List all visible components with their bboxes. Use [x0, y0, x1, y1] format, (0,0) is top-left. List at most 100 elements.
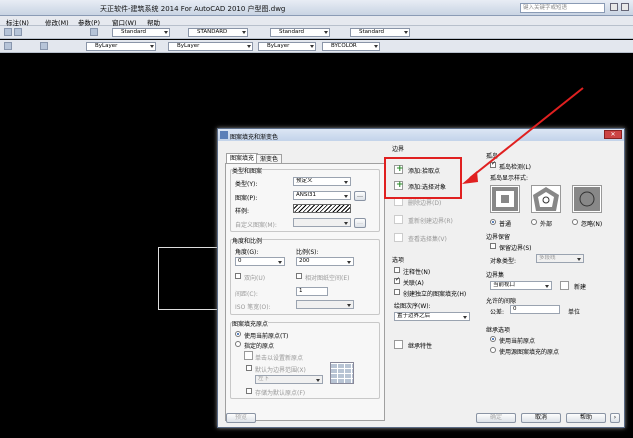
island-detect-checkbox[interactable]	[490, 160, 496, 168]
object-type-select[interactable]: 多段线	[536, 254, 584, 263]
group-retain-label: 边界保留	[486, 234, 511, 241]
associative-checkbox[interactable]	[394, 276, 400, 284]
title-bar: 天正软件-建筑系统 2014 For AutoCAD 2010 户型图.dwg …	[0, 0, 633, 16]
group-boundary-set-label: 边界集	[486, 272, 505, 279]
inherit-current-origin-radio[interactable]	[490, 336, 496, 342]
table-style-combo[interactable]: Standard	[270, 28, 330, 37]
scale-select[interactable]: 200	[296, 257, 354, 266]
tolerance-label: 公差:	[490, 309, 505, 316]
custom-pattern-label: 自定义图案(M):	[235, 222, 277, 229]
minimize-button[interactable]	[610, 3, 618, 11]
dialog-title-bar: 图案填充和渐变色 ✕	[218, 129, 624, 141]
toolbar-properties: ByLayer ByLayer ByLayer BYCOLOR	[0, 40, 633, 53]
island-style-label: 孤岛显示样式:	[490, 175, 529, 182]
separate-hatch-checkbox[interactable]	[394, 289, 400, 295]
plotstyle-combo[interactable]: BYCOLOR	[322, 42, 380, 51]
default-extent-label: 默认为边界范围(X)	[255, 367, 306, 374]
angle-label: 角度(G):	[235, 249, 259, 256]
mleader-style-combo[interactable]: Standard	[350, 28, 410, 37]
island-ignore-label: 忽略(N)	[581, 221, 603, 228]
store-default-checkbox[interactable]	[246, 388, 252, 394]
toolbar-icon[interactable]	[14, 28, 22, 36]
double-checkbox[interactable]	[235, 273, 241, 279]
inherit-properties-icon[interactable]	[394, 340, 403, 349]
group-options-label: 选项	[392, 257, 405, 264]
ok-button[interactable]: 确定	[476, 413, 516, 423]
text-style-combo[interactable]: Standard	[112, 28, 170, 37]
group-inherit-label: 继承选项	[486, 327, 511, 334]
color-combo[interactable]: ByLayer	[86, 42, 156, 51]
island-normal-radio[interactable]	[490, 219, 496, 225]
remove-boundary-button[interactable]: 删除边界(D)	[408, 198, 441, 207]
origin-preview-icon	[330, 362, 354, 384]
group-islands-label: 孤岛	[486, 153, 499, 160]
island-outer-label: 外部	[540, 221, 553, 228]
menu-bar: 标注(N) 修改(M) 参数(P) 窗口(W) 帮助	[0, 16, 633, 27]
layer-icon[interactable]	[4, 42, 12, 50]
more-options-button[interactable]: ›	[610, 413, 620, 423]
boundary-set-select[interactable]: 当前视口	[490, 281, 552, 290]
type-select[interactable]: 预定义	[293, 177, 351, 186]
help-button[interactable]: 帮助	[566, 413, 606, 423]
specified-origin-radio[interactable]	[235, 341, 241, 347]
preview-button[interactable]: 预览	[226, 413, 256, 423]
text-style-icon[interactable]	[90, 28, 98, 36]
group-type-pattern-label: 类型和图案	[232, 166, 263, 175]
specified-origin-label: 指定的原点	[244, 343, 275, 350]
draw-order-select[interactable]: 置于边界之后	[394, 312, 470, 321]
window-title: 天正软件-建筑系统 2014 For AutoCAD 2010 户型图.dwg	[100, 5, 286, 13]
island-normal-icon[interactable]	[490, 185, 520, 213]
view-selection-button[interactable]: 查看选择集(V)	[408, 234, 447, 243]
custom-pattern-select[interactable]	[293, 218, 351, 227]
swatch-label: 样例:	[235, 208, 250, 215]
toolbar-styles: Standard STANDARD Standard Standard	[0, 26, 633, 39]
iso-pen-select[interactable]	[296, 300, 354, 309]
origin-position-select[interactable]: 左下	[255, 375, 323, 384]
pattern-select[interactable]: ANSI31	[293, 191, 351, 200]
new-boundary-set-icon[interactable]	[560, 281, 569, 290]
scale-label: 比例(S):	[296, 249, 319, 256]
inherit-source-origin-label: 使用源图案填充的原点	[499, 349, 560, 356]
angle-select[interactable]: 0	[235, 257, 285, 266]
close-button[interactable]	[621, 3, 629, 11]
iso-pen-label: ISO 笔宽(O):	[235, 304, 271, 311]
lineweight-combo[interactable]: ByLayer	[258, 42, 316, 51]
double-label: 双向(U)	[244, 275, 266, 282]
dialog-title: 图案填充和渐变色	[230, 134, 279, 141]
annotative-label: 注释性(N)	[403, 269, 431, 276]
search-input[interactable]: 键入关键字或短语	[520, 3, 605, 13]
set-origin-button[interactable]	[244, 351, 253, 360]
relative-paper-checkbox[interactable]	[296, 273, 302, 279]
dim-style-combo[interactable]: STANDARD	[188, 28, 248, 37]
draw-order-label: 绘图次序(W):	[394, 303, 431, 310]
island-outer-icon[interactable]	[531, 185, 561, 213]
layer-tool-icon[interactable]	[40, 42, 48, 50]
pattern-browse-button[interactable]: …	[354, 191, 366, 201]
toolbar-icon[interactable]	[4, 28, 12, 36]
inherit-properties-button[interactable]: 继承特性	[408, 341, 432, 350]
dialog-close-icon[interactable]: ✕	[604, 130, 622, 139]
tolerance-input[interactable]: 0	[510, 305, 560, 314]
spacing-input[interactable]: 1	[296, 287, 328, 296]
default-extent-checkbox[interactable]	[246, 365, 252, 371]
island-outer-radio[interactable]	[531, 219, 537, 225]
cancel-button[interactable]: 取消	[521, 413, 561, 423]
retain-boundary-label: 保留边界(S)	[499, 245, 532, 252]
island-ignore-radio[interactable]	[572, 219, 578, 225]
inherit-source-origin-radio[interactable]	[490, 347, 496, 353]
view-selection-icon[interactable]	[394, 233, 403, 242]
type-label: 类型(Y):	[235, 181, 258, 188]
custom-browse-button[interactable]: …	[354, 218, 366, 228]
recreate-boundary-icon[interactable]	[394, 215, 403, 224]
annotative-checkbox[interactable]	[394, 267, 400, 273]
retain-boundary-checkbox[interactable]	[490, 243, 496, 249]
spacing-label: 间距(C):	[235, 291, 258, 298]
associative-label: 关联(A)	[403, 280, 424, 287]
use-current-origin-radio[interactable]	[235, 331, 241, 337]
pattern-swatch[interactable]	[293, 204, 351, 213]
new-boundary-set-button[interactable]: 新建	[574, 282, 586, 291]
pattern-label: 图案(P):	[235, 195, 258, 202]
recreate-boundary-button[interactable]: 重新创建边界(R)	[408, 216, 453, 225]
island-ignore-icon[interactable]	[572, 185, 602, 213]
linetype-combo[interactable]: ByLayer	[168, 42, 253, 51]
